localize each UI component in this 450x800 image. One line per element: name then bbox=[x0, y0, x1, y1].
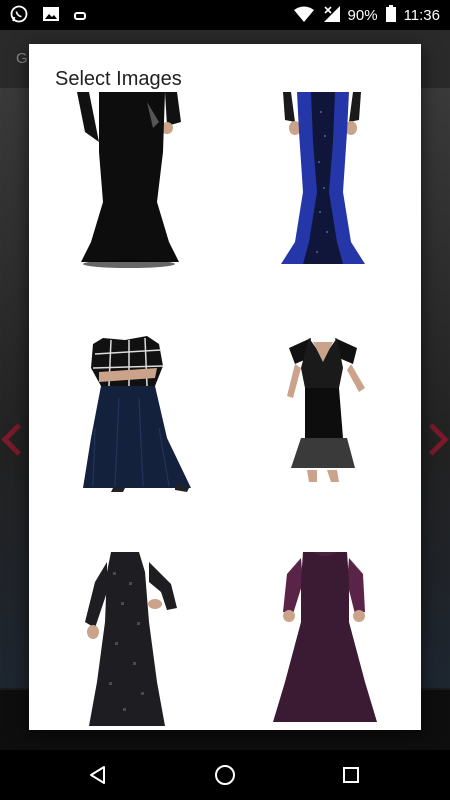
image-option-black-tweed-long-dress[interactable] bbox=[29, 512, 225, 726]
status-bar-notifications bbox=[10, 5, 86, 27]
clock: 11:36 bbox=[403, 7, 440, 24]
image-option-black-v-neck-gown[interactable] bbox=[225, 288, 421, 502]
dress-image bbox=[77, 92, 181, 268]
dress-image bbox=[85, 552, 177, 726]
dress-image bbox=[281, 92, 365, 264]
navigation-bar bbox=[0, 750, 450, 800]
status-bar: 90% 11:36 bbox=[0, 0, 450, 30]
next-arrow-icon bbox=[416, 423, 449, 456]
recents-button[interactable] bbox=[321, 750, 381, 800]
dress-image bbox=[287, 338, 365, 482]
back-icon bbox=[90, 766, 105, 784]
dialog-title: Select Images bbox=[55, 68, 182, 90]
image-option-plum-lace-sleeve-gown[interactable] bbox=[225, 512, 421, 726]
home-button[interactable] bbox=[195, 750, 255, 800]
wifi-icon bbox=[293, 6, 314, 26]
whatsapp-icon bbox=[10, 5, 28, 27]
dress-image bbox=[83, 336, 191, 492]
image-icon bbox=[42, 6, 60, 26]
home-icon bbox=[215, 765, 235, 785]
image-option-blue-sequin-gown[interactable] bbox=[225, 92, 421, 306]
image-option-black-long-sleeve-gown[interactable] bbox=[29, 92, 225, 306]
back-button[interactable] bbox=[68, 750, 128, 800]
notification-icon bbox=[74, 8, 86, 25]
select-images-dialog: Select Images bbox=[29, 44, 421, 730]
signal-icon bbox=[322, 5, 340, 26]
battery-icon bbox=[385, 5, 396, 26]
background-app-title: G bbox=[16, 50, 28, 67]
status-bar-system: 90% 11:36 bbox=[293, 5, 440, 26]
image-option-plaid-top-navy-tulle-gown[interactable] bbox=[29, 288, 225, 502]
dress-image bbox=[273, 552, 377, 722]
recents-icon bbox=[343, 767, 359, 783]
battery-percentage: 90% bbox=[347, 7, 378, 24]
